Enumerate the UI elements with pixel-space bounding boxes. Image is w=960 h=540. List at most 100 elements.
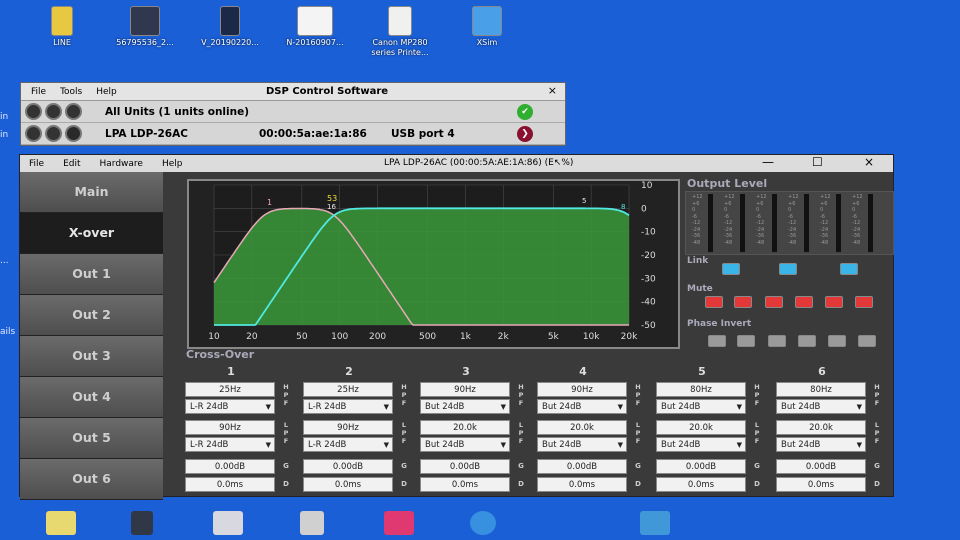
hpf-type-select[interactable]: L-R 24dB ▼ xyxy=(303,399,393,414)
lpf-frequency-input[interactable]: 20.0k xyxy=(656,420,746,435)
info-icon[interactable] xyxy=(45,125,62,142)
desktop-icon-video[interactable]: V_20190220... xyxy=(198,6,262,48)
unit-row-lpa[interactable]: LPA LDP-26AC 00:00:5a:ae:1a:86 USB port … xyxy=(21,123,565,145)
network-icon[interactable] xyxy=(640,511,670,535)
mute-toggle-4[interactable] xyxy=(795,296,813,308)
hpf-frequency-input[interactable]: 80Hz xyxy=(776,382,866,397)
hpf-type-select[interactable]: But 24dB ▼ xyxy=(656,399,746,414)
lpf-frequency-input[interactable]: 90Hz xyxy=(303,420,393,435)
hpf-frequency-input[interactable]: 25Hz xyxy=(185,382,275,397)
hpf-type-select[interactable]: But 24dB ▼ xyxy=(420,399,510,414)
hpf-type-select[interactable]: But 24dB ▼ xyxy=(537,399,627,414)
nav-out-1[interactable]: Out 1 xyxy=(20,254,163,295)
chevron-down-icon[interactable]: ▼ xyxy=(384,438,389,452)
desktop-icon-image[interactable]: 56795536_2... xyxy=(113,6,177,48)
desktop-icon-document[interactable]: N-20160907... xyxy=(283,6,347,48)
crossover-graph[interactable]: 10 20 50 100 200 500 1k 2k 5k 10k 20k 10 0 -10 -20 -30… xyxy=(187,179,680,349)
chevron-down-icon[interactable]: ▼ xyxy=(618,438,623,452)
chevron-down-icon[interactable]: ▼ xyxy=(737,400,742,414)
delay-input[interactable]: 0.0ms xyxy=(303,477,393,492)
nav-x-over[interactable]: X-over xyxy=(20,213,163,254)
chevron-down-icon[interactable]: ▼ xyxy=(501,438,506,452)
lpf-type-select[interactable]: But 24dB ▼ xyxy=(537,437,627,452)
back-icon[interactable] xyxy=(25,103,42,120)
nav-main[interactable]: Main xyxy=(20,172,163,213)
gain-input[interactable]: 0.00dB xyxy=(303,459,393,474)
gain-input[interactable]: 0.00dB xyxy=(537,459,627,474)
browser-icon[interactable] xyxy=(470,511,496,535)
phase-invert-toggle-5[interactable] xyxy=(828,335,846,347)
nav-out-5[interactable]: Out 5 xyxy=(20,418,163,459)
hpf-type-select[interactable]: L-R 24dB ▼ xyxy=(185,399,275,414)
chevron-down-icon[interactable]: ▼ xyxy=(857,400,862,414)
folder-icon[interactable] xyxy=(46,511,76,535)
marker-8[interactable]: 8 xyxy=(621,203,625,211)
status-ok-icon[interactable]: ✔ xyxy=(517,104,533,120)
nav-out-2[interactable]: Out 2 xyxy=(20,295,163,336)
minimize-button[interactable]: — xyxy=(762,155,774,169)
lpf-type-select[interactable]: L-R 24dB ▼ xyxy=(185,437,275,452)
nav-out-4[interactable]: Out 4 xyxy=(20,377,163,418)
menu-hardware[interactable]: Hardware xyxy=(100,159,143,169)
media-icon[interactable] xyxy=(384,511,414,535)
phase-invert-toggle-6[interactable] xyxy=(858,335,876,347)
link-toggle-3-4[interactable] xyxy=(779,263,797,275)
gain-input[interactable]: 0.00dB xyxy=(776,459,866,474)
lpf-frequency-input[interactable]: 90Hz xyxy=(185,420,275,435)
delay-input[interactable]: 0.0ms xyxy=(185,477,275,492)
close-button[interactable]: × xyxy=(548,84,557,97)
gain-input[interactable]: 0.00dB xyxy=(420,459,510,474)
power-icon[interactable] xyxy=(65,103,82,120)
menu-tools[interactable]: Tools xyxy=(60,87,82,97)
chevron-down-icon[interactable]: ▼ xyxy=(266,438,271,452)
phase-invert-toggle-1[interactable] xyxy=(708,335,726,347)
close-button[interactable]: × xyxy=(864,155,874,169)
chevron-down-icon[interactable]: ▼ xyxy=(384,400,389,414)
app-icon[interactable] xyxy=(131,511,153,535)
power-icon[interactable] xyxy=(65,125,82,142)
info-icon[interactable] xyxy=(45,103,62,120)
delay-input[interactable]: 0.0ms xyxy=(656,477,746,492)
desktop-icon-xsim[interactable]: XSim xyxy=(455,6,519,48)
unit-row-all[interactable]: All Units (1 units online) ✔ xyxy=(21,101,565,123)
mute-toggle-1[interactable] xyxy=(705,296,723,308)
mute-toggle-3[interactable] xyxy=(765,296,783,308)
back-icon[interactable] xyxy=(25,125,42,142)
hpf-frequency-input[interactable]: 25Hz xyxy=(303,382,393,397)
desktop-icon-line[interactable]: LINE xyxy=(30,6,94,48)
menu-help[interactable]: Help xyxy=(162,159,183,169)
maximize-button[interactable]: ☐ xyxy=(812,155,823,169)
menu-file[interactable]: File xyxy=(29,159,44,169)
link-toggle-1-2[interactable] xyxy=(722,263,740,275)
lpf-type-select[interactable]: L-R 24dB ▼ xyxy=(303,437,393,452)
phase-invert-toggle-2[interactable] xyxy=(737,335,755,347)
gain-input[interactable]: 0.00dB xyxy=(185,459,275,474)
lpf-type-select[interactable]: But 24dB ▼ xyxy=(776,437,866,452)
mute-toggle-5[interactable] xyxy=(825,296,843,308)
mute-toggle-2[interactable] xyxy=(734,296,752,308)
nav-out-3[interactable]: Out 3 xyxy=(20,336,163,377)
phase-invert-toggle-3[interactable] xyxy=(768,335,786,347)
delay-input[interactable]: 0.0ms xyxy=(420,477,510,492)
marker-1[interactable]: 1 xyxy=(267,198,272,207)
image-icon[interactable] xyxy=(300,511,324,535)
desktop-icon-printer[interactable]: Canon MP280 series Printe... xyxy=(368,6,432,58)
hpf-type-select[interactable]: But 24dB ▼ xyxy=(776,399,866,414)
marker-53[interactable]: 53 xyxy=(327,194,337,203)
link-toggle-5-6[interactable] xyxy=(840,263,858,275)
menu-edit[interactable]: Edit xyxy=(63,159,80,169)
lpf-frequency-input[interactable]: 20.0k xyxy=(420,420,510,435)
lpf-type-select[interactable]: But 24dB ▼ xyxy=(420,437,510,452)
phase-invert-toggle-4[interactable] xyxy=(798,335,816,347)
nav-out-6[interactable]: Out 6 xyxy=(20,459,163,500)
mute-toggle-6[interactable] xyxy=(855,296,873,308)
delay-input[interactable]: 0.0ms xyxy=(537,477,627,492)
menu-file[interactable]: File xyxy=(31,87,46,97)
chevron-down-icon[interactable]: ▼ xyxy=(501,400,506,414)
chevron-down-icon[interactable]: ▼ xyxy=(857,438,862,452)
delay-input[interactable]: 0.0ms xyxy=(776,477,866,492)
gain-input[interactable]: 0.00dB xyxy=(656,459,746,474)
lpf-frequency-input[interactable]: 20.0k xyxy=(776,420,866,435)
marker-5[interactable]: 5 xyxy=(582,197,586,205)
lpf-frequency-input[interactable]: 20.0k xyxy=(537,420,627,435)
